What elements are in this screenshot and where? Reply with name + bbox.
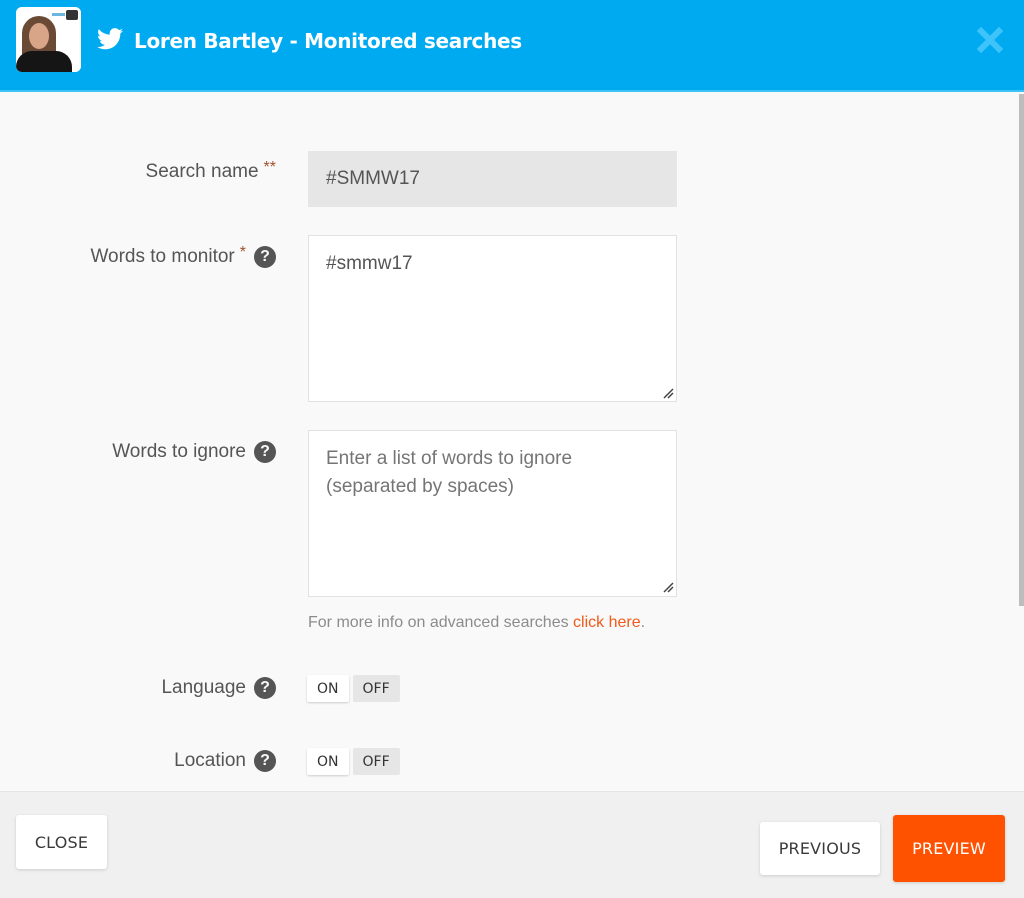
words-to-monitor-label-text: Words to monitor — [90, 246, 235, 267]
modal-header: Loren Bartley - Monitored searches — [0, 0, 1024, 92]
resize-grip-icon[interactable] — [662, 581, 674, 593]
advanced-search-help: For more info on advanced searches click… — [308, 614, 645, 632]
location-label: Location ? — [174, 750, 276, 772]
words-to-ignore-label: Words to ignore ? — [112, 441, 276, 463]
search-name-label-text: Search name — [145, 161, 259, 182]
search-name-input[interactable]: #SMMW17 — [308, 151, 677, 207]
location-toggle[interactable]: ON OFF — [307, 748, 400, 775]
question-circle-icon[interactable]: ? — [254, 750, 276, 772]
question-circle-icon[interactable]: ? — [254, 677, 276, 699]
words-to-monitor-label: Words to monitor * ? — [90, 244, 276, 268]
language-label: Language ? — [161, 677, 276, 699]
preview-button[interactable]: PREVIEW — [893, 815, 1005, 882]
search-name-label: Search name ** — [145, 159, 276, 183]
location-on-option[interactable]: ON — [307, 748, 349, 775]
language-label-text: Language — [161, 677, 246, 698]
language-off-option[interactable]: OFF — [352, 675, 400, 702]
close-button[interactable]: CLOSE — [16, 815, 107, 869]
modal-title: Loren Bartley - Monitored searches — [134, 29, 522, 53]
required-marker: ** — [263, 159, 276, 176]
required-marker: * — [239, 244, 246, 261]
avatar — [16, 7, 81, 72]
help-text-suffix: . — [640, 614, 646, 631]
advanced-search-help-text: For more info on advanced searches — [308, 614, 574, 631]
twitter-bird-icon — [97, 28, 123, 50]
words-to-ignore-textarea[interactable] — [308, 430, 677, 597]
previous-button[interactable]: PREVIOUS — [760, 822, 880, 875]
scrollbar-thumb[interactable] — [1019, 94, 1024, 606]
question-circle-icon[interactable]: ? — [254, 246, 276, 268]
question-circle-icon[interactable]: ? — [254, 441, 276, 463]
language-on-option[interactable]: ON — [307, 675, 349, 702]
language-toggle[interactable]: ON OFF — [307, 675, 400, 702]
location-label-text: Location — [174, 750, 246, 771]
close-x-icon[interactable] — [976, 26, 1004, 54]
click-here-link[interactable]: click here — [573, 614, 641, 631]
resize-grip-icon[interactable] — [662, 387, 674, 399]
words-to-ignore-label-text: Words to ignore — [112, 441, 246, 462]
location-off-option[interactable]: OFF — [352, 748, 400, 775]
words-to-monitor-textarea[interactable]: #smmw17 — [308, 235, 677, 402]
